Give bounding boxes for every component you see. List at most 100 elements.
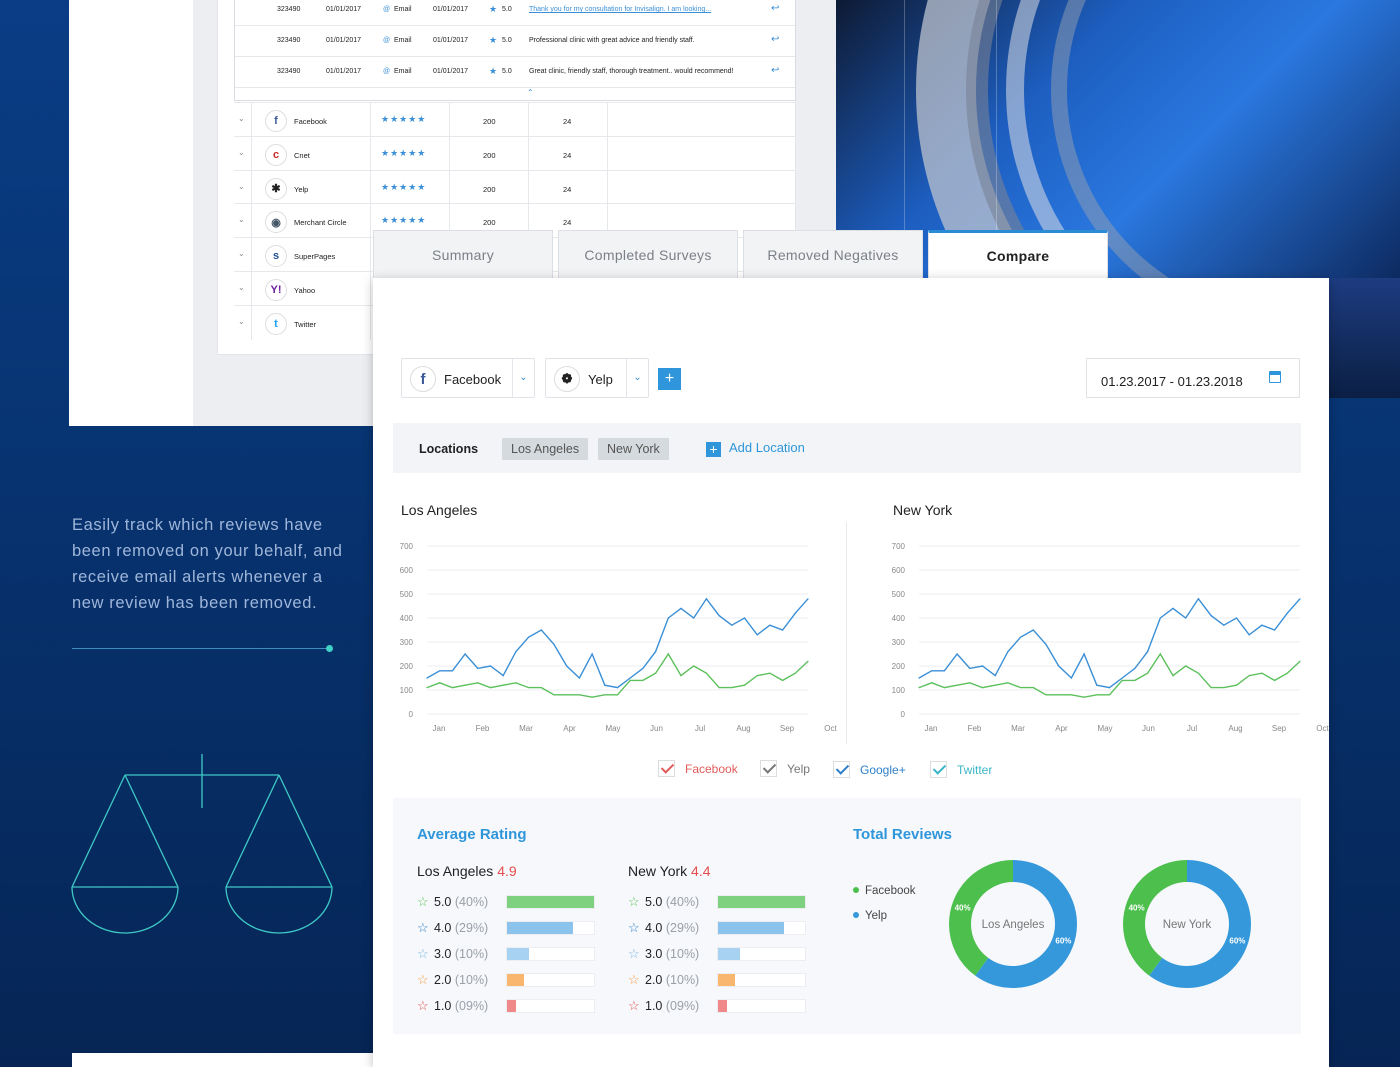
site-reviews: 200 [483, 150, 496, 160]
location-chip-los-angeles[interactable]: Los Angeles [502, 438, 589, 460]
checkbox[interactable] [760, 760, 777, 777]
rating-row: ☆ 3.0 (10%) [628, 946, 699, 964]
location-chip-new-york[interactable]: New York [598, 438, 669, 460]
chevron-down-icon[interactable]: ⌄ [238, 182, 245, 191]
chevron-down-icon[interactable]: ⌄ [238, 249, 245, 258]
data-point [1197, 598, 1199, 600]
data-point [451, 687, 453, 689]
add-source-button[interactable]: + [658, 368, 681, 390]
add-location-button[interactable]: + Add Location [706, 440, 805, 457]
rating-row: ☆ 4.0 (29%) [628, 920, 699, 938]
data-point [540, 629, 542, 631]
review-id: 323490 [277, 37, 301, 44]
chevron-down-icon[interactable]: ⌄ [238, 148, 245, 157]
review-text: Professional clinic with great advice an… [529, 37, 695, 44]
average-score: 4.4 [691, 863, 711, 879]
rating-bar-fill [507, 922, 573, 934]
legend-yelp[interactable]: Yelp [760, 760, 810, 777]
y-tick-label: 100 [400, 686, 414, 695]
rating-bar [506, 999, 595, 1013]
chevron-down-icon[interactable]: ⌄ [512, 359, 534, 397]
legend-facebook[interactable]: Facebook [658, 760, 738, 777]
x-tick-label: Aug [1228, 724, 1242, 733]
x-tick-label: Feb [476, 724, 490, 733]
rating-bar [717, 921, 806, 935]
site-row[interactable]: ⌄ f Facebook ★★★★★ 200 24 [234, 102, 796, 137]
chevron-down-icon[interactable]: ⌄ [238, 283, 245, 292]
divider-line [72, 648, 330, 649]
data-point [439, 682, 441, 684]
site-name: Merchant Circle [294, 218, 347, 228]
data-point [489, 665, 492, 667]
review-channel: Email [394, 37, 412, 44]
source-select-yelp[interactable]: ❁ Yelp ⌄ [545, 358, 649, 398]
architecture-photo-strip [1328, 278, 1400, 398]
data-point [489, 687, 492, 689]
data-point [1159, 653, 1161, 655]
chevron-down-icon[interactable]: ⌄ [238, 317, 245, 326]
chevron-down-icon[interactable]: ⌄ [238, 114, 245, 123]
legend-twitter[interactable]: Twitter [930, 761, 992, 778]
checkbox[interactable] [658, 760, 675, 777]
rating-bar [506, 973, 595, 987]
data-point [1172, 607, 1174, 609]
tab-summary[interactable]: Summary [373, 230, 553, 278]
reply-icon[interactable]: ↩ [771, 65, 779, 76]
tab-removed-negatives[interactable]: Removed Negatives [743, 230, 923, 278]
site-stars: ★★★★★ [381, 147, 427, 158]
data-point [981, 687, 984, 689]
chevron-down-icon[interactable]: ⌄ [626, 359, 648, 397]
review-channel: Email [394, 68, 412, 75]
legend-google-plus[interactable]: Google+ [833, 761, 906, 778]
collapse-icon[interactable]: ⌃ [527, 88, 534, 97]
calendar-icon[interactable] [1269, 371, 1281, 383]
data-point [1235, 617, 1238, 619]
data-point [731, 687, 733, 689]
y-tick-label: 500 [400, 590, 414, 599]
data-point [1299, 598, 1301, 600]
y-tick-label: 300 [400, 638, 414, 647]
data-point [426, 677, 428, 679]
x-tick-label: Jun [1142, 724, 1155, 733]
donut-legend-label: Yelp [865, 910, 887, 922]
x-tick-label: Apr [1055, 724, 1068, 733]
x-tick-label: Mar [1011, 724, 1025, 733]
data-point [1299, 660, 1301, 662]
feature-description: Easily track which reviews have been rem… [72, 516, 343, 612]
chart-title-los-angeles: Los Angeles [401, 502, 478, 518]
y-tick-label: 400 [400, 614, 414, 623]
review-date: 01/01/2017 [326, 37, 362, 44]
data-point [616, 694, 619, 696]
data-point [1286, 612, 1288, 614]
source-select-facebook[interactable]: f Facebook ⌄ [401, 358, 535, 398]
review-text[interactable]: Thank you for my consultation for Invisa… [529, 6, 711, 13]
y-tick-label: 600 [400, 566, 414, 575]
data-point [1274, 629, 1276, 631]
cnet-icon: c [265, 143, 287, 166]
checkbox[interactable] [930, 761, 947, 778]
data-point [578, 694, 580, 696]
reply-icon[interactable]: ↩ [771, 34, 779, 45]
data-point [782, 629, 784, 631]
tab-completed-surveys[interactable]: Completed Surveys [558, 230, 738, 278]
site-row[interactable]: ⌄ ✱ Yelp ★★★★★ 200 24 [234, 169, 796, 205]
checkbox[interactable] [833, 761, 850, 778]
tab-compare[interactable]: Compare [928, 230, 1108, 278]
chevron-down-icon[interactable]: ⌄ [238, 215, 245, 224]
data-point [642, 679, 644, 681]
data-point [604, 684, 606, 686]
y-tick-label: 400 [892, 614, 906, 623]
data-point [1083, 696, 1085, 698]
data-point [540, 687, 542, 689]
data-point [1108, 694, 1111, 696]
y-tick-label: 200 [892, 662, 906, 671]
series-line [918, 652, 1301, 698]
site-row[interactable]: ⌄ c Cnet ★★★★★ 200 24 [234, 135, 796, 171]
date-range-picker[interactable]: 01.23.2017 - 01.23.2018 [1086, 358, 1300, 398]
rating-bar [717, 947, 806, 961]
data-point [477, 667, 479, 669]
data-point [515, 682, 517, 684]
data-point [604, 694, 606, 696]
reply-icon[interactable]: ↩ [771, 3, 779, 14]
compare-panel: f Facebook ⌄ ❁ Yelp ⌄ + 01.23.2017 - 01.… [373, 278, 1329, 1067]
